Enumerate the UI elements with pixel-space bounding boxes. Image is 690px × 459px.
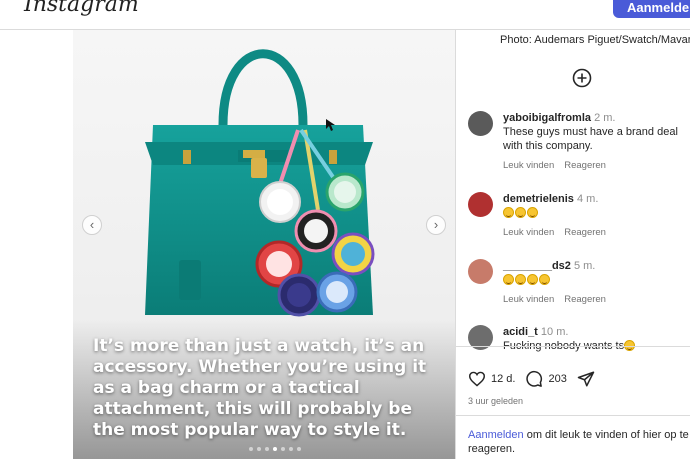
carousel-dot	[265, 447, 269, 451]
heart-icon[interactable]	[468, 371, 486, 387]
laughing-emoji-icon	[503, 207, 514, 218]
load-more-plus-icon[interactable]	[572, 68, 592, 88]
watch-mint	[325, 172, 365, 212]
laughing-emoji-icon	[527, 207, 538, 218]
like-comment-link[interactable]: Leuk vinden	[503, 160, 554, 171]
likes-count: 12 d.	[491, 373, 516, 385]
share-icon[interactable]	[577, 370, 595, 388]
comments-count: 203	[548, 373, 567, 385]
reply-comment-link[interactable]: Reageren	[564, 227, 606, 238]
carousel-dot	[257, 447, 261, 451]
login-link[interactable]: Aanmelden	[468, 429, 524, 441]
comment-username[interactable]: ________ds2	[503, 260, 571, 272]
next-arrow-icon[interactable]: ›	[426, 215, 446, 235]
carousel-dot	[289, 447, 293, 451]
comment-username[interactable]: yaboibigalfromla	[503, 112, 591, 124]
post-image[interactable]: ‹ › It’s more than just a watch, it’s an…	[73, 30, 455, 459]
login-button[interactable]: Aanmelden	[613, 0, 690, 18]
carousel-dot	[281, 447, 285, 451]
comment-emoji-row	[503, 273, 690, 287]
reply-comment-link[interactable]: Reageren	[564, 294, 606, 305]
comment-icon[interactable]	[525, 370, 543, 388]
login-prompt: Aanmelden om dit leuk te vinden of hier …	[468, 428, 690, 456]
comment-time: 5 m.	[573, 260, 596, 272]
divider	[456, 415, 690, 416]
comment-time: 4 m.	[576, 193, 599, 205]
top-bar: Instagram Aanmelden	[0, 0, 690, 30]
comment-time: 2 m.	[594, 112, 616, 124]
laughing-emoji-icon	[503, 274, 514, 285]
comment-username[interactable]: acidi_t	[503, 326, 538, 338]
post-timestamp: 3 uur geleden	[468, 396, 524, 406]
divider	[456, 346, 690, 347]
like-comment-link[interactable]: Leuk vinden	[503, 294, 554, 305]
avatar[interactable]	[468, 259, 493, 284]
like-comment-link[interactable]: Leuk vinden	[503, 227, 554, 238]
reply-comment-link[interactable]: Reageren	[564, 160, 606, 171]
comment-time: 10 m.	[540, 326, 569, 338]
laughing-emoji-icon	[515, 207, 526, 218]
carousel-dots	[249, 447, 301, 451]
laughing-emoji-icon	[515, 274, 526, 285]
watch-black	[294, 209, 338, 253]
comment-emoji-row	[503, 206, 690, 220]
action-bar: 12 d. 203	[468, 370, 595, 388]
instagram-logo[interactable]: Instagram	[24, 0, 139, 17]
prev-arrow-icon[interactable]: ‹	[82, 215, 102, 235]
laughing-emoji-icon	[539, 274, 550, 285]
carousel-dot	[297, 447, 301, 451]
comment-username[interactable]: demetrielenis	[503, 193, 574, 205]
watch-navy	[277, 273, 321, 317]
avatar[interactable]	[468, 111, 493, 136]
photo-credit: Photo: Audemars Piguet/Swatch/Mavan	[500, 34, 690, 46]
carousel-dot	[249, 447, 253, 451]
laughing-emoji-icon	[527, 274, 538, 285]
comment-text: These guys must have a brand deal with t…	[503, 126, 678, 152]
comments-panel: Photo: Audemars Piguet/Swatch/Mavan yabo…	[455, 30, 690, 459]
carousel-dot-active	[273, 447, 277, 451]
avatar[interactable]	[468, 192, 493, 217]
watch-yellow	[331, 232, 375, 276]
watch-white	[259, 181, 301, 223]
image-caption-overlay: It’s more than just a watch, it’s an acc…	[93, 336, 427, 440]
watch-blue	[316, 271, 358, 313]
